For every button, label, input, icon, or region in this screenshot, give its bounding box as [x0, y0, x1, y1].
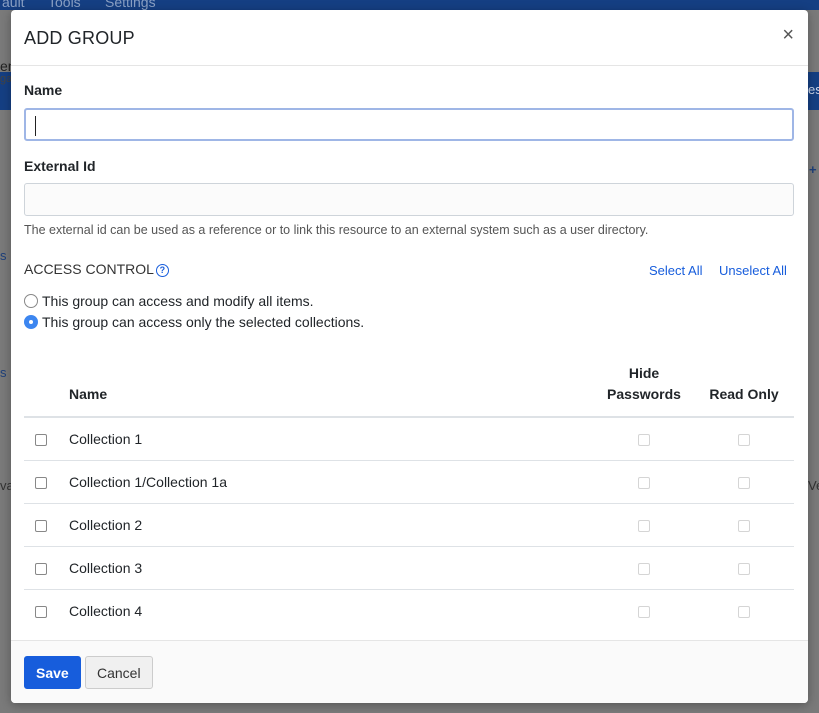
dialog-body: Name External Id The external id can be …: [11, 66, 808, 639]
read-only-checkbox: [738, 477, 750, 489]
collection-name: Collection 1/Collection 1a: [69, 474, 227, 490]
read-only-column-header: Read Only: [709, 386, 779, 402]
table-row: Collection 3: [24, 547, 794, 590]
add-group-dialog: ADD GROUP × Name External Id The externa…: [11, 10, 808, 703]
name-label: Name: [24, 82, 63, 98]
hide-passwords-header-line: Passwords: [607, 386, 681, 402]
hide-passwords-header-line: Hide: [628, 365, 660, 381]
external-id-help-text: The external id can be used as a referen…: [24, 223, 649, 237]
hide-passwords-checkbox: [638, 606, 650, 618]
hide-passwords-checkbox: [638, 434, 650, 446]
collection-name: Collection 2: [69, 517, 143, 533]
collections-table: Name Hide Passwords Read Only Collection…: [24, 356, 794, 633]
external-id-input[interactable]: [24, 183, 794, 216]
background-nav-item: Tools: [48, 0, 81, 10]
table-row: Collection 2: [24, 504, 794, 547]
collection-checkbox[interactable]: [35, 520, 47, 532]
hide-passwords-checkbox: [638, 563, 650, 575]
background-nav-bar: ault Tools Settings: [0, 0, 819, 10]
background-text: s: [0, 365, 7, 380]
access-all-radio[interactable]: [24, 294, 38, 308]
read-only-checkbox: [738, 563, 750, 575]
name-column-header: Name: [69, 386, 108, 402]
unselect-all-link[interactable]: Unselect All: [719, 263, 787, 278]
collection-checkbox[interactable]: [35, 477, 47, 489]
collection-checkbox[interactable]: [35, 563, 47, 575]
text-caret: [35, 116, 36, 136]
access-control-label: ACCESS CONTROL: [24, 261, 154, 277]
hide-passwords-checkbox: [638, 520, 650, 532]
collection-checkbox[interactable]: [35, 434, 47, 446]
access-control-title: ACCESS CONTROL?: [24, 261, 169, 277]
read-only-checkbox: [738, 520, 750, 532]
name-input[interactable]: [24, 108, 794, 141]
access-selected-radio[interactable]: [24, 315, 38, 329]
hide-passwords-checkbox: [638, 477, 650, 489]
select-all-link[interactable]: Select All: [649, 263, 702, 278]
question-circle-icon[interactable]: ?: [155, 264, 169, 277]
dialog-header: ADD GROUP ×: [11, 10, 808, 66]
background-nav-item: Settings: [105, 0, 156, 10]
save-button[interactable]: Save: [24, 656, 81, 689]
background-text: +: [809, 162, 817, 177]
table-row: Collection 1: [24, 418, 794, 461]
read-only-checkbox: [738, 606, 750, 618]
collection-name: Collection 4: [69, 603, 143, 619]
collection-name: Collection 3: [69, 560, 143, 576]
access-selected-option[interactable]: This group can access only the selected …: [24, 314, 364, 330]
background-text: es: [808, 82, 819, 97]
table-row: Collection 1/Collection 1a: [24, 461, 794, 504]
collection-name: Collection 1: [69, 431, 143, 447]
read-only-checkbox: [738, 434, 750, 446]
hide-passwords-column-header: Hide Passwords: [594, 365, 694, 402]
access-all-label: This group can access and modify all ite…: [42, 293, 314, 309]
background-text: Ve: [808, 478, 819, 493]
table-header: Name Hide Passwords Read Only: [24, 356, 794, 418]
cancel-button[interactable]: Cancel: [85, 656, 153, 689]
access-all-option[interactable]: This group can access and modify all ite…: [24, 293, 314, 309]
access-selected-label: This group can access only the selected …: [42, 314, 365, 330]
table-row: Collection 4: [24, 590, 794, 633]
background-text: s: [0, 248, 7, 263]
external-id-label: External Id: [24, 158, 96, 174]
background-nav-item: ault: [2, 0, 25, 10]
dialog-footer: Save Cancel: [11, 640, 808, 703]
close-icon[interactable]: ×: [782, 25, 794, 45]
collection-checkbox[interactable]: [35, 606, 47, 618]
dialog-title: ADD GROUP: [24, 28, 135, 48]
